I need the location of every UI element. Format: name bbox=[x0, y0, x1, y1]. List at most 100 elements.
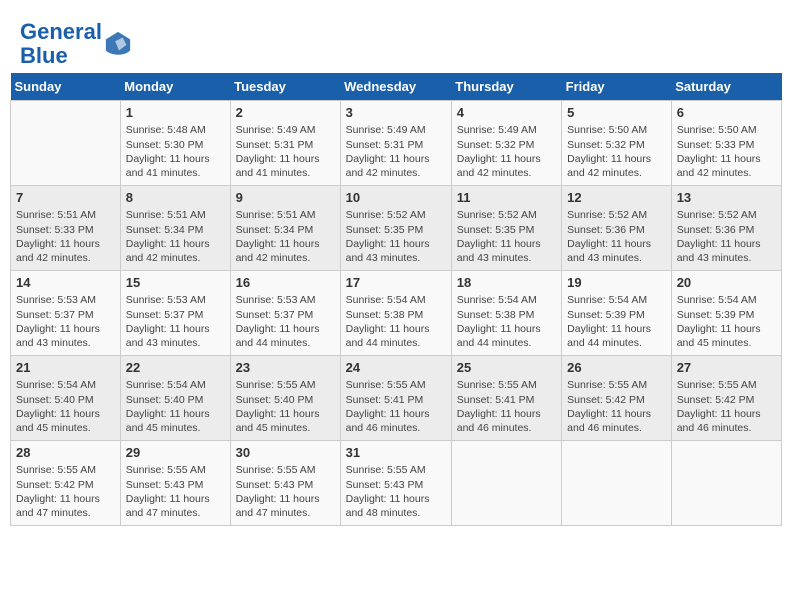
day-number: 30 bbox=[236, 445, 335, 460]
calendar-cell: 3 Sunrise: 5:49 AM Sunset: 5:31 PM Daylig… bbox=[340, 101, 451, 186]
day-detail: Sunrise: 5:55 AM Sunset: 5:42 PM Dayligh… bbox=[567, 378, 666, 435]
day-detail: Sunrise: 5:51 AM Sunset: 5:33 PM Dayligh… bbox=[16, 208, 115, 265]
day-number: 17 bbox=[346, 275, 446, 290]
day-detail: Sunrise: 5:49 AM Sunset: 5:32 PM Dayligh… bbox=[457, 123, 556, 180]
day-number: 12 bbox=[567, 190, 666, 205]
day-detail: Sunrise: 5:50 AM Sunset: 5:33 PM Dayligh… bbox=[677, 123, 776, 180]
calendar-cell: 8 Sunrise: 5:51 AM Sunset: 5:34 PM Daylig… bbox=[120, 186, 230, 271]
day-number: 21 bbox=[16, 360, 115, 375]
day-detail: Sunrise: 5:53 AM Sunset: 5:37 PM Dayligh… bbox=[236, 293, 335, 350]
day-detail: Sunrise: 5:54 AM Sunset: 5:39 PM Dayligh… bbox=[677, 293, 776, 350]
day-number: 26 bbox=[567, 360, 666, 375]
day-number: 25 bbox=[457, 360, 556, 375]
calendar-cell bbox=[451, 441, 561, 526]
day-number: 27 bbox=[677, 360, 776, 375]
day-detail: Sunrise: 5:55 AM Sunset: 5:43 PM Dayligh… bbox=[346, 463, 446, 520]
day-detail: Sunrise: 5:49 AM Sunset: 5:31 PM Dayligh… bbox=[236, 123, 335, 180]
calendar-cell: 26 Sunrise: 5:55 AM Sunset: 5:42 PM Dayli… bbox=[562, 356, 672, 441]
day-detail: Sunrise: 5:54 AM Sunset: 5:40 PM Dayligh… bbox=[126, 378, 225, 435]
col-header-tuesday: Tuesday bbox=[230, 73, 340, 101]
day-detail: Sunrise: 5:51 AM Sunset: 5:34 PM Dayligh… bbox=[126, 208, 225, 265]
calendar-cell: 7 Sunrise: 5:51 AM Sunset: 5:33 PM Daylig… bbox=[11, 186, 121, 271]
calendar-cell: 31 Sunrise: 5:55 AM Sunset: 5:43 PM Dayli… bbox=[340, 441, 451, 526]
calendar-cell: 9 Sunrise: 5:51 AM Sunset: 5:34 PM Daylig… bbox=[230, 186, 340, 271]
calendar-cell: 13Sunrise: 5:52 AM Sunset: 5:36 PM Dayli… bbox=[671, 186, 781, 271]
day-number: 22 bbox=[126, 360, 225, 375]
calendar-cell: 27 Sunrise: 5:55 AM Sunset: 5:42 PM Dayli… bbox=[671, 356, 781, 441]
day-number: 10 bbox=[346, 190, 446, 205]
calendar-week-2: 7 Sunrise: 5:51 AM Sunset: 5:33 PM Daylig… bbox=[11, 186, 782, 271]
day-number: 20 bbox=[677, 275, 776, 290]
day-number: 18 bbox=[457, 275, 556, 290]
col-header-monday: Monday bbox=[120, 73, 230, 101]
calendar-cell bbox=[11, 101, 121, 186]
day-number: 24 bbox=[346, 360, 446, 375]
calendar-cell bbox=[562, 441, 672, 526]
calendar-cell: 1Sunrise: 5:48 AM Sunset: 5:30 PM Daylig… bbox=[120, 101, 230, 186]
day-number: 6 bbox=[677, 105, 776, 120]
calendar-cell bbox=[671, 441, 781, 526]
day-number: 8 bbox=[126, 190, 225, 205]
logo-icon bbox=[104, 30, 132, 58]
calendar-cell: 10 Sunrise: 5:52 AM Sunset: 5:35 PM Dayli… bbox=[340, 186, 451, 271]
day-number: 28 bbox=[16, 445, 115, 460]
day-detail: Sunrise: 5:54 AM Sunset: 5:39 PM Dayligh… bbox=[567, 293, 666, 350]
day-number: 15 bbox=[126, 275, 225, 290]
day-number: 14 bbox=[16, 275, 115, 290]
day-detail: Sunrise: 5:48 AM Sunset: 5:30 PM Dayligh… bbox=[126, 123, 225, 180]
day-detail: Sunrise: 5:55 AM Sunset: 5:40 PM Dayligh… bbox=[236, 378, 335, 435]
calendar-cell: 20 Sunrise: 5:54 AM Sunset: 5:39 PM Dayli… bbox=[671, 271, 781, 356]
day-detail: Sunrise: 5:51 AM Sunset: 5:34 PM Dayligh… bbox=[236, 208, 335, 265]
calendar-cell: 28Sunrise: 5:55 AM Sunset: 5:42 PM Dayli… bbox=[11, 441, 121, 526]
day-detail: Sunrise: 5:55 AM Sunset: 5:43 PM Dayligh… bbox=[236, 463, 335, 520]
day-detail: Sunrise: 5:55 AM Sunset: 5:41 PM Dayligh… bbox=[346, 378, 446, 435]
col-header-thursday: Thursday bbox=[451, 73, 561, 101]
page-header: General Blue bbox=[10, 10, 782, 73]
day-detail: Sunrise: 5:55 AM Sunset: 5:43 PM Dayligh… bbox=[126, 463, 225, 520]
calendar-cell: 22 Sunrise: 5:54 AM Sunset: 5:40 PM Dayli… bbox=[120, 356, 230, 441]
calendar-cell: 30 Sunrise: 5:55 AM Sunset: 5:43 PM Dayli… bbox=[230, 441, 340, 526]
calendar-cell: 15 Sunrise: 5:53 AM Sunset: 5:37 PM Dayli… bbox=[120, 271, 230, 356]
calendar-week-4: 21 Sunrise: 5:54 AM Sunset: 5:40 PM Dayli… bbox=[11, 356, 782, 441]
day-number: 11 bbox=[457, 190, 556, 205]
day-number: 9 bbox=[236, 190, 335, 205]
day-number: 29 bbox=[126, 445, 225, 460]
logo: General Blue bbox=[20, 20, 132, 68]
logo-text: General Blue bbox=[20, 20, 102, 68]
day-number: 23 bbox=[236, 360, 335, 375]
day-detail: Sunrise: 5:49 AM Sunset: 5:31 PM Dayligh… bbox=[346, 123, 446, 180]
day-number: 31 bbox=[346, 445, 446, 460]
calendar-week-3: 14 Sunrise: 5:53 AM Sunset: 5:37 PM Dayli… bbox=[11, 271, 782, 356]
day-detail: Sunrise: 5:53 AM Sunset: 5:37 PM Dayligh… bbox=[126, 293, 225, 350]
day-detail: Sunrise: 5:55 AM Sunset: 5:42 PM Dayligh… bbox=[677, 378, 776, 435]
day-number: 2 bbox=[236, 105, 335, 120]
calendar-cell: 19 Sunrise: 5:54 AM Sunset: 5:39 PM Dayli… bbox=[562, 271, 672, 356]
day-number: 19 bbox=[567, 275, 666, 290]
day-detail: Sunrise: 5:54 AM Sunset: 5:40 PM Dayligh… bbox=[16, 378, 115, 435]
day-detail: Sunrise: 5:50 AM Sunset: 5:32 PM Dayligh… bbox=[567, 123, 666, 180]
day-detail: Sunrise: 5:52 AM Sunset: 5:35 PM Dayligh… bbox=[346, 208, 446, 265]
calendar-cell: 17 Sunrise: 5:54 AM Sunset: 5:38 PM Dayli… bbox=[340, 271, 451, 356]
calendar-cell: 14 Sunrise: 5:53 AM Sunset: 5:37 PM Dayli… bbox=[11, 271, 121, 356]
day-number: 3 bbox=[346, 105, 446, 120]
day-number: 13 bbox=[677, 190, 776, 205]
calendar-cell: 4 Sunrise: 5:49 AM Sunset: 5:32 PM Daylig… bbox=[451, 101, 561, 186]
calendar-cell: 29 Sunrise: 5:55 AM Sunset: 5:43 PM Dayli… bbox=[120, 441, 230, 526]
calendar-cell: 24 Sunrise: 5:55 AM Sunset: 5:41 PM Dayli… bbox=[340, 356, 451, 441]
calendar-cell: 12 Sunrise: 5:52 AM Sunset: 5:36 PM Dayli… bbox=[562, 186, 672, 271]
day-detail: Sunrise: 5:54 AM Sunset: 5:38 PM Dayligh… bbox=[457, 293, 556, 350]
day-number: 7 bbox=[16, 190, 115, 205]
calendar-table: SundayMondayTuesdayWednesdayThursdayFrid… bbox=[10, 73, 782, 526]
calendar-cell: 18 Sunrise: 5:54 AM Sunset: 5:38 PM Dayli… bbox=[451, 271, 561, 356]
day-number: 5 bbox=[567, 105, 666, 120]
calendar-cell: 11 Sunrise: 5:52 AM Sunset: 5:35 PM Dayli… bbox=[451, 186, 561, 271]
day-detail: Sunrise: 5:54 AM Sunset: 5:38 PM Dayligh… bbox=[346, 293, 446, 350]
calendar-cell: 21 Sunrise: 5:54 AM Sunset: 5:40 PM Dayli… bbox=[11, 356, 121, 441]
calendar-cell: 23 Sunrise: 5:55 AM Sunset: 5:40 PM Dayli… bbox=[230, 356, 340, 441]
calendar-week-1: 1Sunrise: 5:48 AM Sunset: 5:30 PM Daylig… bbox=[11, 101, 782, 186]
day-detail: Sunrise: 5:53 AM Sunset: 5:37 PM Dayligh… bbox=[16, 293, 115, 350]
calendar-cell: 6 Sunrise: 5:50 AM Sunset: 5:33 PM Daylig… bbox=[671, 101, 781, 186]
day-detail: Sunrise: 5:52 AM Sunset: 5:35 PM Dayligh… bbox=[457, 208, 556, 265]
day-number: 4 bbox=[457, 105, 556, 120]
day-detail: Sunrise: 5:52 AM Sunset: 5:36 PM Dayligh… bbox=[567, 208, 666, 265]
